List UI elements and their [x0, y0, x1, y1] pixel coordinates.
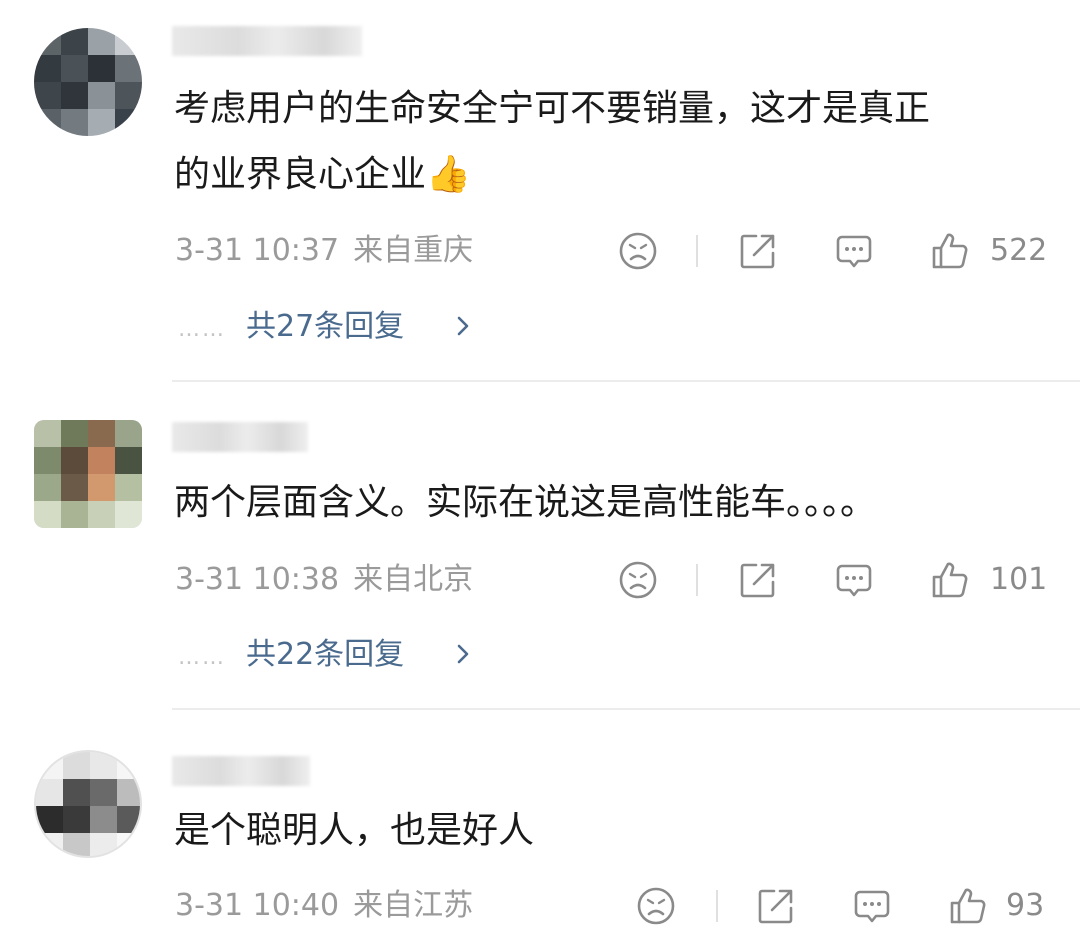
- avatar[interactable]: [34, 28, 142, 136]
- chevron-right-icon[interactable]: [456, 643, 470, 665]
- reply-dots: ……: [178, 645, 226, 670]
- comment-icon[interactable]: [834, 231, 874, 271]
- comment-actions: 101: [0, 560, 1080, 600]
- sad-face-icon[interactable]: [618, 231, 658, 271]
- comment-item: 两个层面含义。实际在说这是高性能车。。。。 3-31 10:38 来自北京 101…: [0, 382, 1080, 710]
- sad-face-icon[interactable]: [618, 560, 658, 600]
- share-icon[interactable]: [738, 231, 778, 271]
- comment-item: 是个聪明人，也是好人 3-31 10:40 来自江苏 93: [0, 710, 1080, 952]
- chevron-right-icon[interactable]: [456, 315, 470, 337]
- comment-text: 两个层面含义。实际在说这是高性能车。。。。: [174, 482, 877, 523]
- reply-dots: ……: [178, 317, 226, 342]
- share-icon[interactable]: [738, 560, 778, 600]
- action-divider: [696, 235, 698, 267]
- reply-summary[interactable]: …… 共27条回复: [178, 307, 404, 347]
- sad-face-icon[interactable]: [636, 886, 676, 926]
- avatar[interactable]: [34, 750, 142, 858]
- thumbs-up-icon[interactable]: [930, 231, 970, 271]
- thumbs-up-icon[interactable]: [948, 886, 988, 926]
- username-blurred[interactable]: [172, 422, 308, 452]
- action-divider: [696, 564, 698, 596]
- comment-icon[interactable]: [852, 886, 892, 926]
- avatar[interactable]: [34, 420, 142, 528]
- comment-item: 考虑用户的生命安全宁可不要销量，这才是真正 的业界良心企业👍 3-31 10:3…: [0, 0, 1080, 382]
- like-count: 101: [990, 562, 1048, 597]
- username-blurred[interactable]: [172, 26, 362, 56]
- comment-actions: 93: [0, 886, 1080, 926]
- share-icon[interactable]: [756, 886, 796, 926]
- like-count: 522: [990, 233, 1048, 268]
- view-replies-link[interactable]: 共22条回复: [246, 637, 404, 672]
- like-count: 93: [1006, 888, 1045, 923]
- comment-text: 是个聪明人，也是好人: [174, 810, 535, 851]
- action-divider: [716, 890, 718, 922]
- thumbs-up-icon[interactable]: [930, 560, 970, 600]
- reply-summary[interactable]: …… 共22条回复: [178, 635, 404, 675]
- view-replies-link[interactable]: 共27条回复: [246, 309, 404, 344]
- comment-text: 考虑用户的生命安全宁可不要销量，这才是真正 的业界良心企业👍: [174, 88, 931, 195]
- comment-icon[interactable]: [834, 560, 874, 600]
- username-blurred[interactable]: [172, 756, 310, 786]
- comment-actions: 522: [0, 231, 1080, 271]
